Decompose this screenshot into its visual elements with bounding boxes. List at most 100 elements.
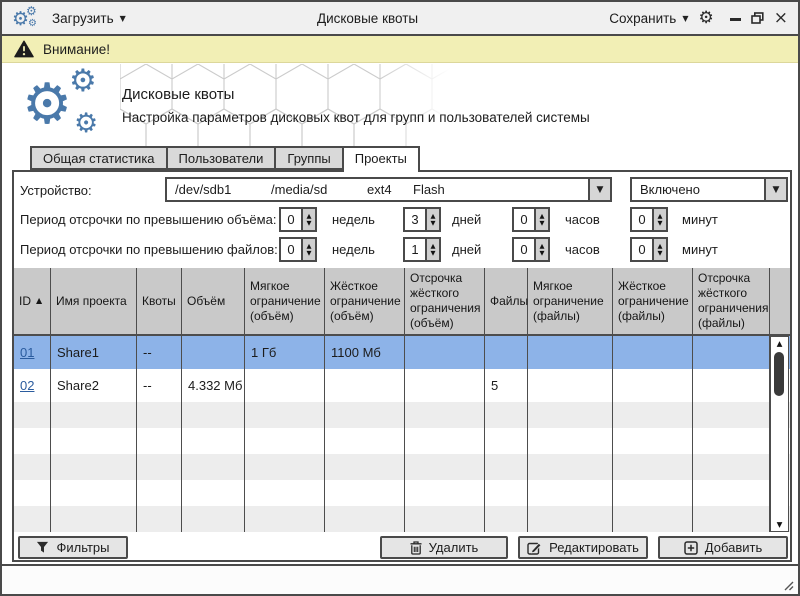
chevron-down-icon: ▼ [682, 14, 688, 23]
scrollbar-thumb[interactable] [774, 352, 784, 396]
cell-id[interactable]: 02 [14, 369, 51, 402]
load-menu-button[interactable]: Загрузить ▼ [52, 11, 126, 26]
minimize-icon [730, 18, 741, 21]
empty-cell [528, 506, 613, 532]
device-part: /media/sd [271, 182, 367, 197]
empty-cell [137, 454, 182, 480]
empty-cell [613, 506, 693, 532]
close-icon: × [774, 11, 788, 25]
spinner-value: 0 [281, 239, 301, 260]
project-id-link[interactable]: 01 [20, 345, 34, 360]
column-header-files[interactable]: Файлы [485, 268, 528, 334]
grace-files-minutes-spinner[interactable]: 0▲▼ [630, 237, 668, 262]
column-header-grace-volume[interactable]: Отсрочка жёсткого ограничения (объём) [405, 268, 485, 334]
quota-state-select[interactable]: Включено ▼ [630, 177, 788, 202]
spinner-arrows-icon[interactable]: ▲▼ [301, 239, 315, 260]
cell-quotas: -- [137, 336, 182, 369]
grace-volume-days-spinner[interactable]: 3▲▼ [403, 207, 441, 232]
trash-icon [410, 541, 422, 555]
page-subtitle: Настройка параметров дисковых квот для г… [122, 110, 590, 125]
empty-cell [14, 428, 51, 454]
empty-cell [325, 506, 405, 532]
project-id-link[interactable]: 02 [20, 378, 34, 393]
settings-gear-icon[interactable]: ⚙ [699, 10, 714, 27]
resize-grip[interactable] [781, 578, 794, 591]
cell-files [485, 336, 528, 369]
empty-cell [693, 402, 770, 428]
spinner-value: 1 [405, 239, 425, 260]
save-menu-button[interactable]: Сохранить ▼ [609, 11, 688, 26]
filters-button[interactable]: Фильтры [18, 536, 128, 559]
empty-cell [613, 402, 693, 428]
empty-cell [14, 506, 51, 532]
maximize-button[interactable] [751, 10, 764, 26]
spinner-arrows-icon[interactable]: ▲▼ [301, 209, 315, 230]
spinner-value: 0 [632, 239, 652, 260]
minimize-button[interactable] [730, 10, 741, 26]
spinner-arrows-icon[interactable]: ▲▼ [652, 239, 666, 260]
column-header-hard-limit-files[interactable]: Жёсткое ограничение (файлы) [613, 268, 693, 334]
column-header-volume[interactable]: Объём [182, 268, 245, 334]
tab-projects[interactable]: Проекты [342, 146, 420, 172]
grace-files-hours-spinner[interactable]: 0▲▼ [512, 237, 550, 262]
spinner-arrows-icon[interactable]: ▲▼ [425, 239, 439, 260]
chevron-down-icon: ▼ [588, 179, 610, 200]
spinner-arrows-icon[interactable]: ▲▼ [652, 209, 666, 230]
grace-volume-weeks-spinner[interactable]: 0▲▼ [279, 207, 317, 232]
empty-cell [51, 402, 137, 428]
grace-volume-hours-spinner[interactable]: 0▲▼ [512, 207, 550, 232]
empty-cell [528, 480, 613, 506]
close-button[interactable]: × [774, 10, 788, 26]
column-header-soft-limit-files[interactable]: Мягкое ограничение (файлы) [528, 268, 613, 334]
grace-period-label: Период отсрочки по превышению объёма: [20, 212, 276, 227]
spinner-value: 3 [405, 209, 425, 230]
warning-icon [14, 40, 34, 58]
device-select[interactable]: /dev/sdb1/media/sdext4Flash ▼ [165, 177, 612, 202]
spinner-arrows-icon[interactable]: ▲▼ [534, 239, 548, 260]
add-button[interactable]: Добавить [658, 536, 788, 559]
spinner-value: 0 [514, 209, 534, 230]
empty-row [14, 480, 790, 506]
app-window: ⚙⚙⚙ Загрузить ▼ Дисковые квоты Сохранить… [0, 0, 800, 596]
column-header-grace-files[interactable]: Отсрочка жёсткого ограничения (файлы) [693, 268, 770, 334]
empty-cell [613, 454, 693, 480]
cell-files: 5 [485, 369, 528, 402]
empty-row [14, 428, 790, 454]
empty-cell [325, 480, 405, 506]
column-header-project-name[interactable]: Имя проекта [51, 268, 137, 334]
empty-cell [693, 506, 770, 532]
edit-icon [527, 541, 542, 555]
table-row[interactable]: 02Share2--4.332 Мб5 [14, 369, 790, 402]
tab-general-statistics[interactable]: Общая статистика [30, 146, 168, 170]
tab-groups[interactable]: Группы [274, 146, 343, 170]
grace-volume-minutes-spinner[interactable]: 0▲▼ [630, 207, 668, 232]
tab-users[interactable]: Пользователи [166, 146, 277, 170]
vertical-scrollbar[interactable]: ▲ ▼ [770, 336, 789, 532]
unit-label: минут [682, 242, 718, 257]
quota-state-value: Включено [640, 182, 700, 197]
spinner-arrows-icon[interactable]: ▲▼ [425, 209, 439, 230]
load-menu-label: Загрузить [52, 11, 114, 26]
cell-id[interactable]: 01 [14, 336, 51, 369]
empty-cell [485, 506, 528, 532]
page-logo-gears-icon: ⚙⚙⚙ [22, 69, 122, 143]
column-header-id[interactable]: ID▲ [14, 268, 51, 334]
edit-button-label: Редактировать [549, 540, 639, 555]
empty-cell [528, 454, 613, 480]
delete-button[interactable]: Удалить [380, 536, 508, 559]
column-header-soft-limit-volume[interactable]: Мягкое ограничение (объём) [245, 268, 325, 334]
status-bar [2, 564, 798, 594]
column-header-hard-limit-volume[interactable]: Жёсткое ограничение (объём) [325, 268, 405, 334]
column-header-quotas[interactable]: Квоты [137, 268, 182, 334]
edit-button[interactable]: Редактировать [518, 536, 648, 559]
chevron-down-icon: ▼ [120, 14, 126, 23]
grace-files-weeks-spinner[interactable]: 0▲▼ [279, 237, 317, 262]
spinner-arrows-icon[interactable]: ▲▼ [534, 209, 548, 230]
scroll-down-icon[interactable]: ▼ [771, 518, 788, 531]
empty-cell [325, 428, 405, 454]
grace-files-days-spinner[interactable]: 1▲▼ [403, 237, 441, 262]
device-select-value: /dev/sdb1/media/sdext4Flash [167, 179, 588, 200]
empty-cell [182, 428, 245, 454]
table-row[interactable]: 01Share1--1 Гб1100 Мб [14, 336, 790, 369]
scroll-up-icon[interactable]: ▲ [771, 337, 788, 350]
